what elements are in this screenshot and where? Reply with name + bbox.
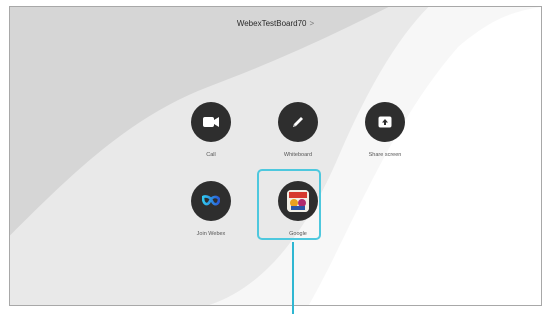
- device-name: WebexTestBoard70: [236, 19, 307, 28]
- selection-highlight: [257, 169, 321, 240]
- share-screen-button[interactable]: [365, 102, 405, 142]
- whiteboard-tile[interactable]: Whiteboard: [263, 102, 333, 158]
- callout-line: [292, 242, 294, 314]
- device-title[interactable]: WebexTestBoard70 >: [10, 19, 541, 28]
- call-button[interactable]: [191, 102, 231, 142]
- share-screen-tile[interactable]: Share screen: [350, 102, 420, 158]
- pen-icon: [293, 117, 303, 127]
- device-screen: WebexTestBoard70 > Call Whiteboard Share…: [9, 6, 542, 306]
- call-tile[interactable]: Call: [176, 102, 246, 158]
- join-webex-button[interactable]: [191, 181, 231, 221]
- webex-logo-icon: [202, 195, 220, 206]
- join-webex-label: Join Webex: [196, 231, 226, 237]
- whiteboard-button[interactable]: [278, 102, 318, 142]
- share-screen-label: Share screen: [368, 152, 402, 158]
- whiteboard-label: Whiteboard: [283, 152, 313, 158]
- video-camera-icon: [203, 117, 219, 127]
- share-screen-icon: [378, 116, 392, 128]
- call-label: Call: [206, 152, 216, 158]
- chevron-right-icon: >: [309, 19, 315, 28]
- join-webex-tile[interactable]: Join Webex: [176, 181, 246, 237]
